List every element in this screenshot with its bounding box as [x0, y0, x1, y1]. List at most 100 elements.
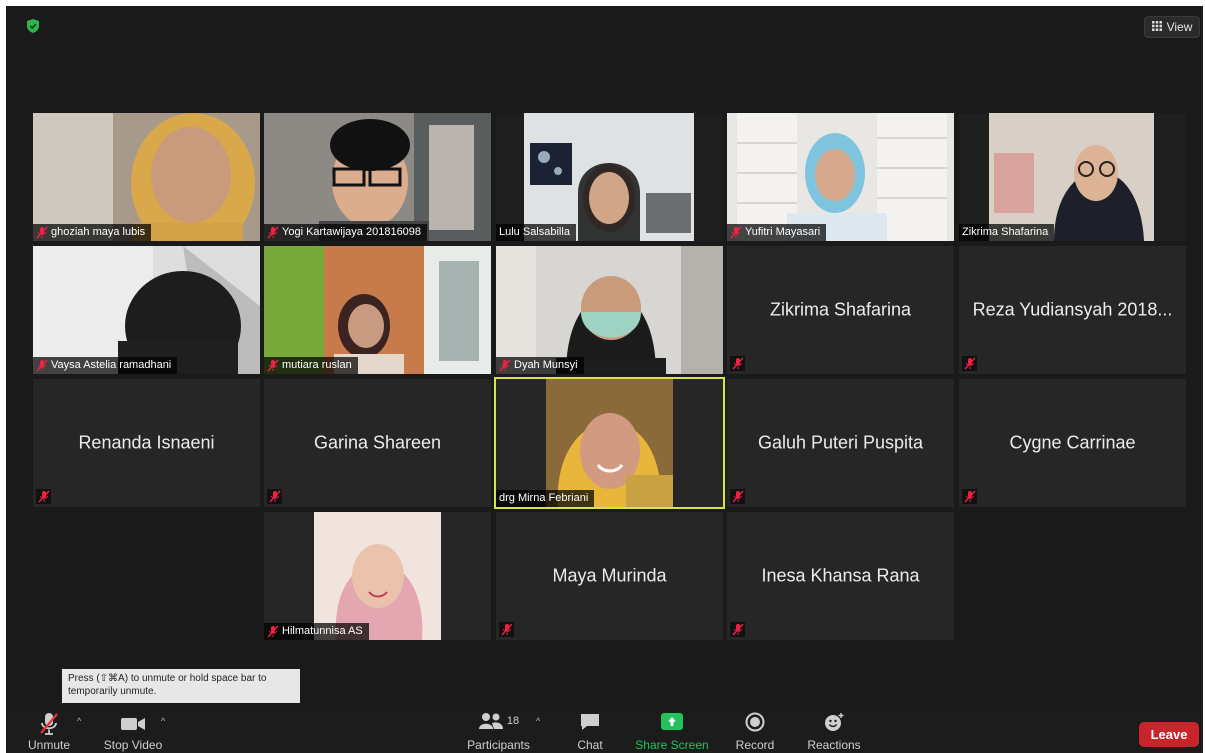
name-label: Zikrima Shafarina	[959, 224, 1055, 241]
participant-video	[959, 113, 1186, 241]
stop-video-label: Stop Video	[103, 738, 163, 752]
grid-icon	[1151, 20, 1162, 34]
muted-microphone-icon	[38, 712, 60, 739]
share-screen-button[interactable]: Share Screen	[632, 706, 712, 753]
chat-label: Chat	[577, 738, 603, 752]
muted-mic-icon	[730, 356, 745, 371]
record-label: Record	[735, 738, 775, 752]
participant-tile[interactable]: Vaysa Astelia ramadhani	[33, 246, 260, 374]
stop-video-button[interactable]: Stop Video	[98, 706, 168, 753]
name-label: Vaysa Astelia ramadhani	[33, 357, 178, 374]
participant-tile[interactable]: Zikrima Shafarina	[727, 246, 954, 374]
participant-name: mutiara ruslan	[282, 359, 352, 371]
zoom-window: View ghoziah maya lubis Yogi Kartawijaya…	[6, 6, 1203, 753]
participant-tile[interactable]: ghoziah maya lubis	[33, 113, 260, 241]
participant-tile[interactable]: Lulu Salsabilla	[496, 113, 723, 241]
muted-mic-icon	[267, 226, 279, 239]
muted-mic-icon	[730, 489, 745, 504]
participant-name: Renanda Isnaeni	[78, 432, 215, 453]
name-label: Lulu Salsabilla	[496, 224, 576, 241]
participant-tile[interactable]: Maya Murinda	[496, 512, 723, 640]
muted-mic-icon	[962, 489, 977, 504]
participant-tile[interactable]: Reza Yudiansyah 2018...	[959, 246, 1186, 374]
share-screen-arrow-icon	[660, 712, 684, 735]
participant-name: drg Mirna Febriani	[499, 492, 589, 504]
participants-options-caret-icon[interactable]: ^	[536, 716, 540, 726]
participant-video	[264, 512, 491, 640]
participant-tile[interactable]: Inesa Khansa Rana	[727, 512, 954, 640]
record-icon	[745, 712, 765, 735]
participant-name: Garina Shareen	[313, 432, 442, 453]
muted-mic-icon	[36, 226, 48, 239]
participant-name: Zikrima Shafarina	[769, 299, 912, 320]
video-camera-icon	[120, 712, 146, 736]
view-button[interactable]: View	[1144, 16, 1200, 38]
participant-tile[interactable]: Dyah Munsyi	[496, 246, 723, 374]
participant-video	[264, 113, 491, 241]
participant-tile[interactable]: Hilmatunnisa AS	[264, 512, 491, 640]
participants-icon: 18	[478, 712, 519, 730]
participant-video	[496, 246, 723, 374]
participant-video	[33, 113, 260, 241]
muted-mic-icon	[499, 359, 511, 372]
encryption-shield-icon[interactable]	[25, 18, 41, 34]
share-screen-label: Share Screen	[635, 738, 709, 752]
participant-tile[interactable]: Renanda Isnaeni	[33, 379, 260, 507]
participant-tile[interactable]: Cygne Carrinae	[959, 379, 1186, 507]
audio-options-caret-icon[interactable]: ^	[77, 716, 81, 726]
smiley-reaction-icon	[823, 712, 845, 735]
participant-video	[496, 113, 723, 241]
participant-tile[interactable]: Yogi Kartawijaya 201816098	[264, 113, 491, 241]
reactions-button[interactable]: Reactions	[804, 706, 864, 753]
meeting-toolbar: Unmute ^ Stop Video ^ 18 Participants ^ …	[6, 706, 1203, 753]
muted-mic-icon	[267, 359, 279, 372]
participant-name: Hilmatunnisa AS	[282, 625, 363, 637]
muted-mic-icon	[730, 226, 742, 239]
unmute-button[interactable]: Unmute	[24, 706, 74, 753]
participant-name: Lulu Salsabilla	[499, 226, 570, 238]
unmute-tooltip: Press (⇧⌘A) to unmute or hold space bar …	[62, 669, 300, 703]
participant-video	[264, 246, 491, 374]
participant-name: Reza Yudiansyah 2018...	[972, 299, 1173, 320]
participant-tile[interactable]: Galuh Puteri Puspita	[727, 379, 954, 507]
unmute-label: Unmute	[27, 738, 71, 752]
participants-button[interactable]: 18 Participants	[461, 706, 536, 753]
participant-video	[496, 379, 723, 507]
chat-button[interactable]: Chat	[568, 706, 612, 753]
participant-name: Yogi Kartawijaya 201816098	[282, 226, 422, 238]
participant-tile[interactable]: Zikrima Shafarina	[959, 113, 1186, 241]
leave-button[interactable]: Leave	[1139, 722, 1199, 747]
participant-name: Dyah Munsyi	[514, 359, 578, 371]
name-label: ghoziah maya lubis	[33, 224, 152, 241]
chat-bubble-icon	[579, 712, 601, 735]
participant-tile[interactable]: Garina Shareen	[264, 379, 491, 507]
participant-name: Yufitri Mayasari	[745, 226, 821, 238]
name-label: Yogi Kartawijaya 201816098	[264, 224, 428, 241]
participant-video	[727, 113, 954, 241]
active-speaker-tile[interactable]: drg Mirna Febriani	[494, 377, 725, 509]
name-label: drg Mirna Febriani	[496, 490, 595, 507]
participant-name: ghoziah maya lubis	[51, 226, 146, 238]
name-label: Dyah Munsyi	[496, 357, 584, 374]
participant-name: Maya Murinda	[552, 565, 667, 586]
video-options-caret-icon[interactable]: ^	[161, 716, 165, 726]
participant-name: Galuh Puteri Puspita	[757, 432, 924, 453]
participants-count: 18	[506, 715, 520, 727]
participant-name: Cygne Carrinae	[1009, 432, 1136, 453]
muted-mic-icon	[267, 489, 282, 504]
participant-tile[interactable]: mutiara ruslan	[264, 246, 491, 374]
name-label: Hilmatunnisa AS	[264, 623, 369, 640]
muted-mic-icon	[499, 622, 514, 637]
participant-name: Zikrima Shafarina	[962, 226, 1049, 238]
participant-tile[interactable]: Yufitri Mayasari	[727, 113, 954, 241]
participant-name: Inesa Khansa Rana	[761, 565, 920, 586]
view-label: View	[1166, 20, 1193, 34]
reactions-label: Reactions	[807, 738, 861, 752]
name-label: Yufitri Mayasari	[727, 224, 827, 241]
muted-mic-icon	[962, 356, 977, 371]
muted-mic-icon	[36, 359, 48, 372]
participant-name: Vaysa Astelia ramadhani	[51, 359, 172, 371]
muted-mic-icon	[36, 489, 51, 504]
record-button[interactable]: Record	[732, 706, 778, 753]
participant-video	[33, 246, 260, 374]
